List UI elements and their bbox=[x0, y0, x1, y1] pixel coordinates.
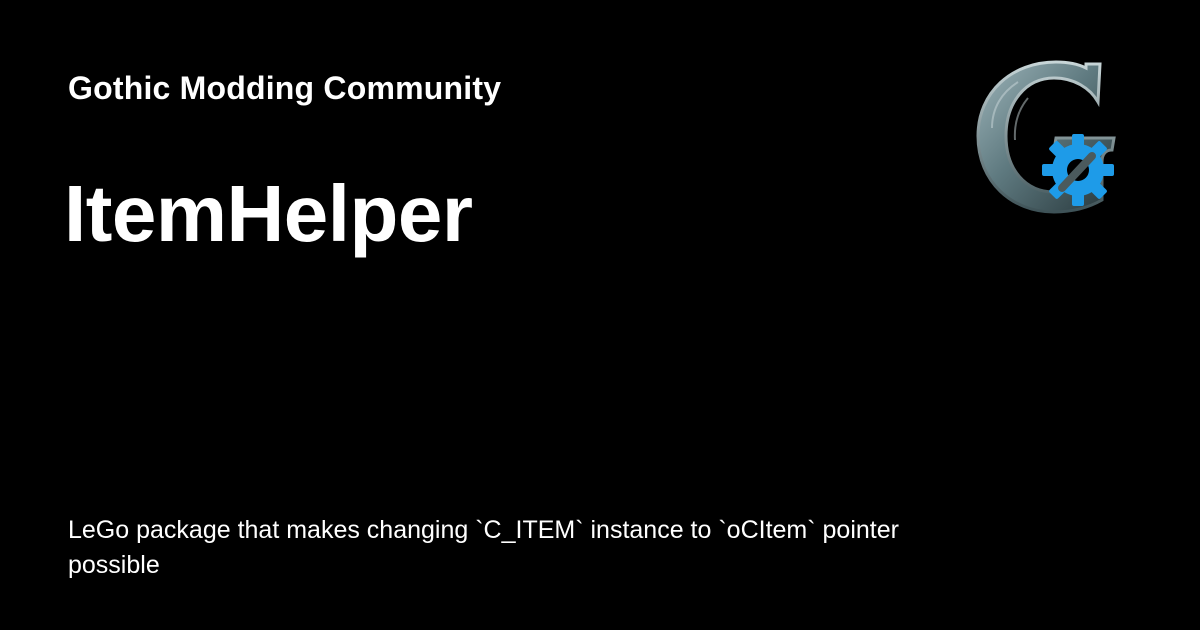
page-title: ItemHelper bbox=[64, 169, 473, 258]
gear-icon bbox=[1042, 134, 1114, 206]
site-name: Gothic Modding Community bbox=[68, 70, 502, 106]
page-description: LeGo package that makes changing `C_ITEM… bbox=[68, 516, 899, 579]
social-preview-card: Gothic Modding Community ItemHelper LeGo… bbox=[0, 0, 1200, 630]
gothic-logo-icon bbox=[968, 58, 1118, 214]
